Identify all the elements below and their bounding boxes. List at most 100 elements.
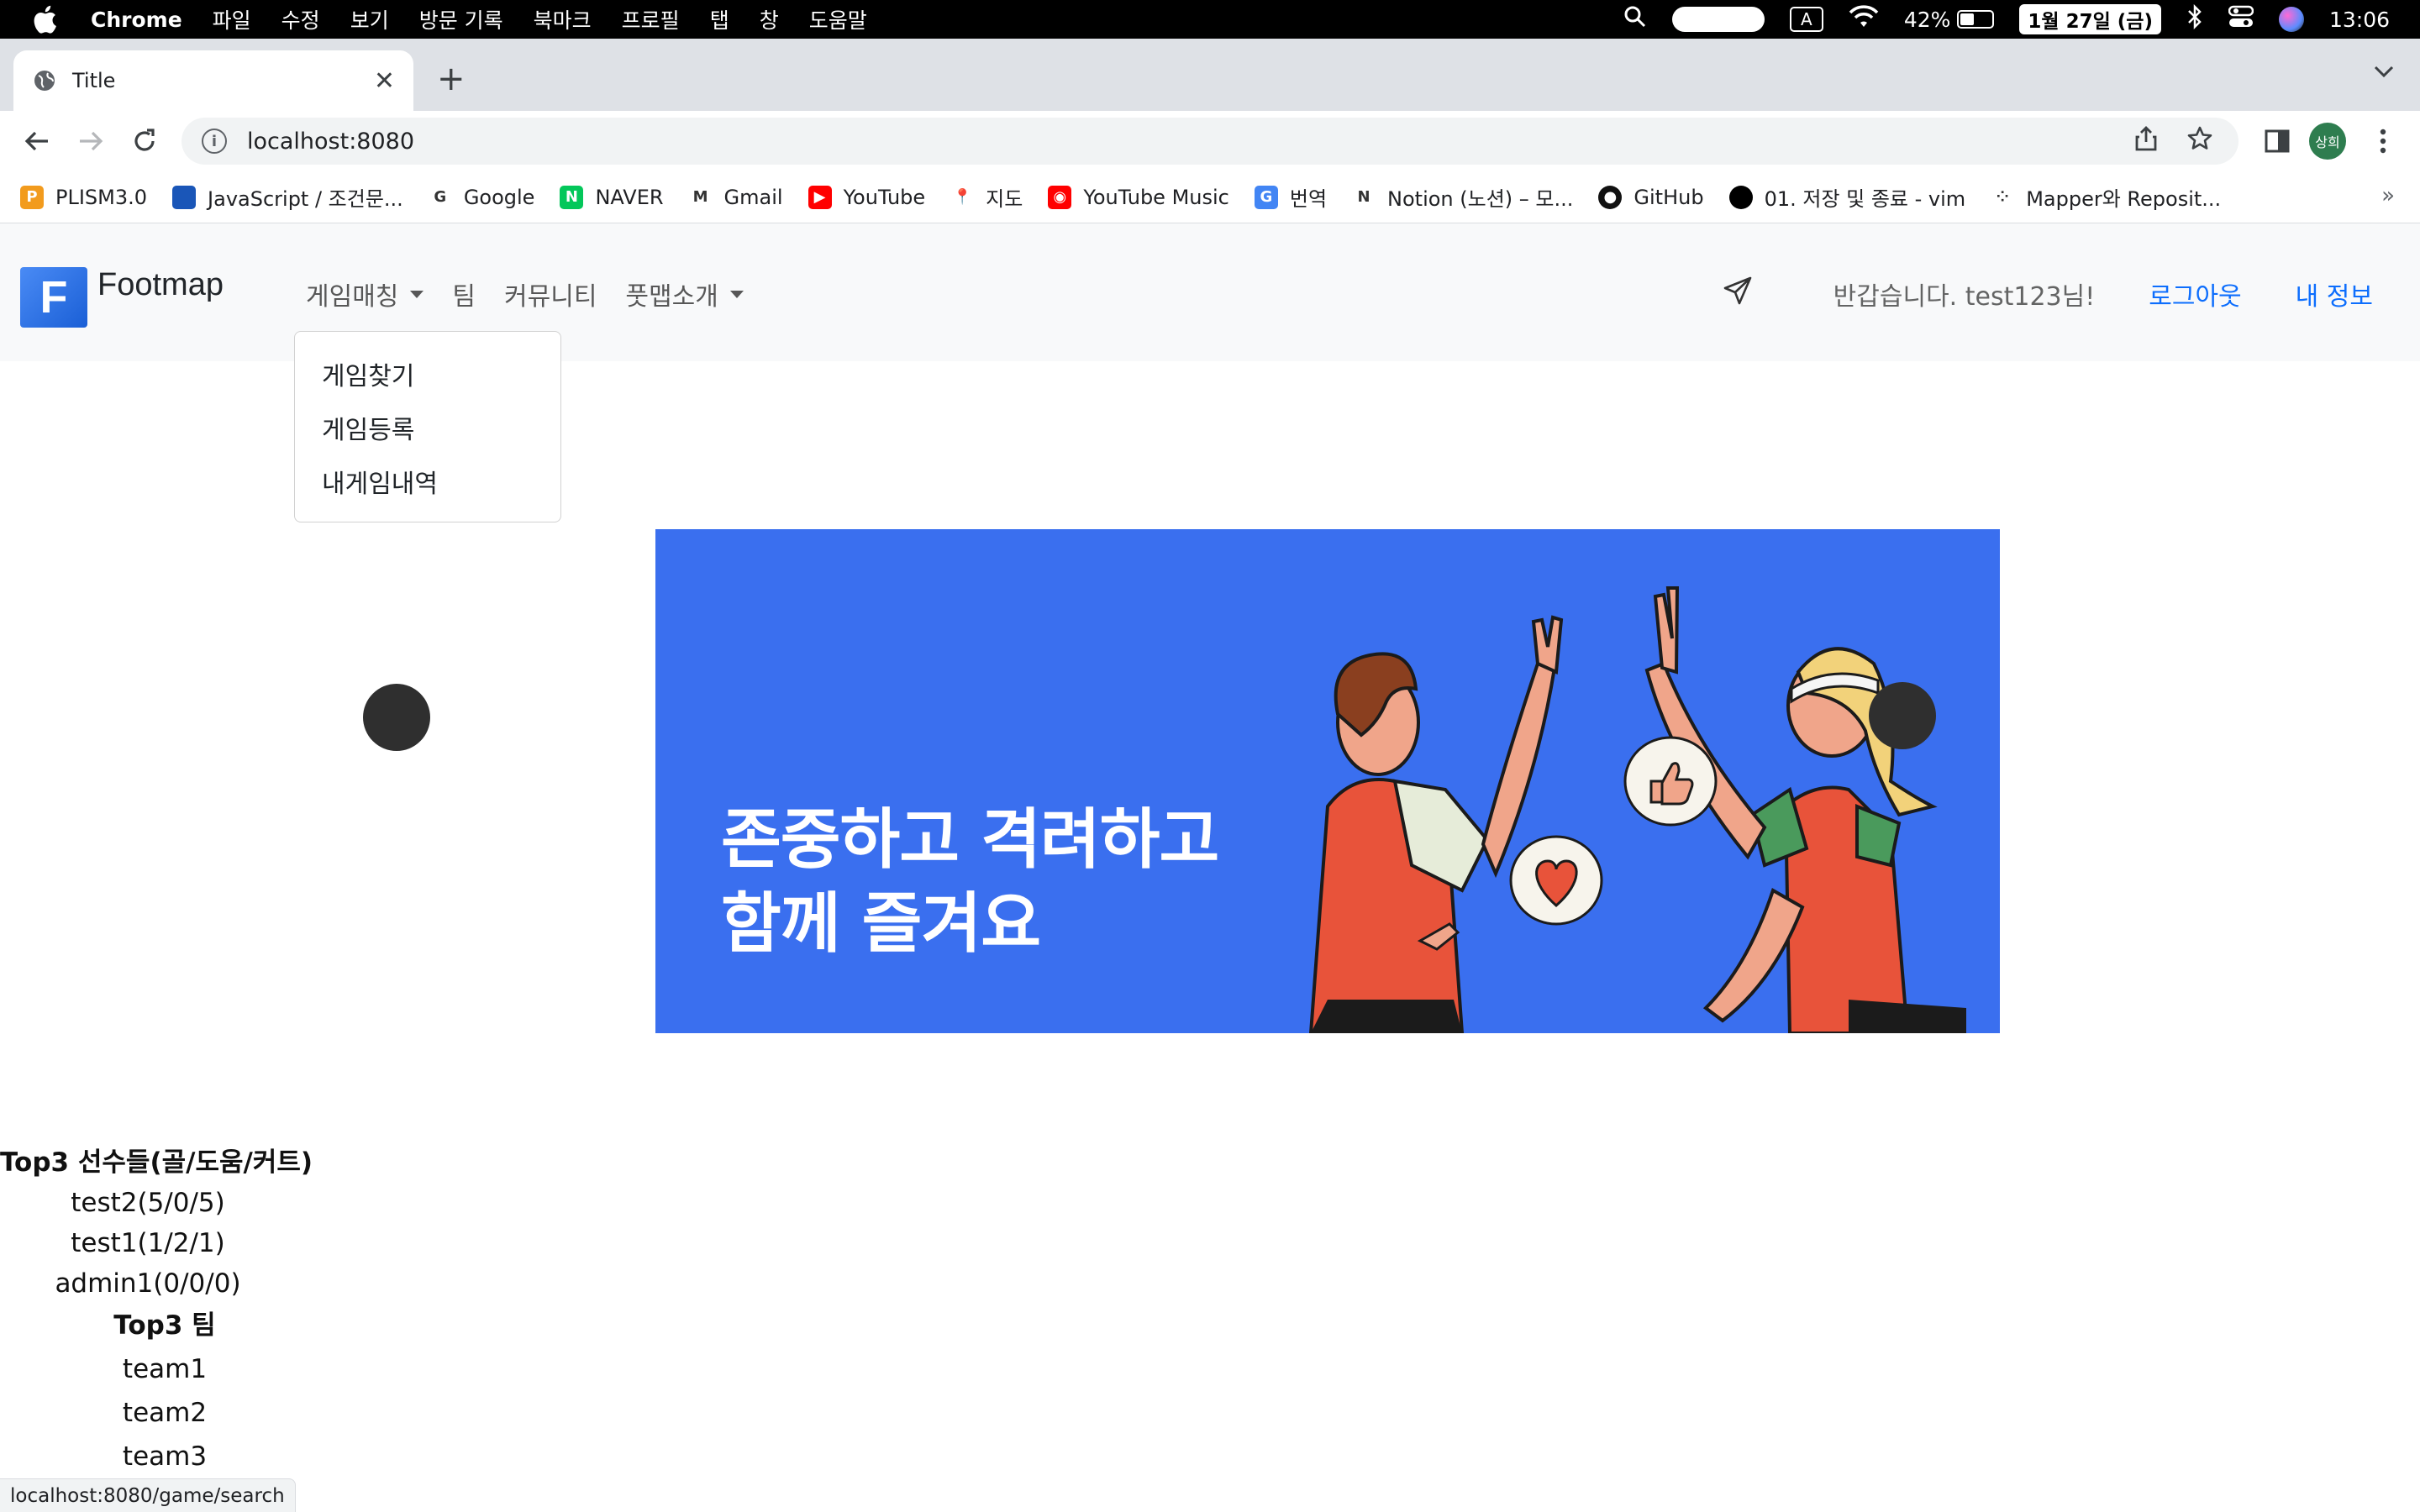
circle-icon [1728,185,1753,209]
menu-history[interactable]: 방문 기록 [419,4,503,34]
top-player-item: admin1(0/0/0) [55,1268,241,1299]
bookmark-star-icon[interactable] [2186,125,2213,158]
bookmark-item[interactable]: P PLISM3.0 [20,185,148,209]
apple-icon[interactable] [30,3,59,35]
cursor-highlight-dot [1869,682,1936,749]
nav-team[interactable]: 팀 [452,276,476,312]
bookmark-label: NAVER [595,185,664,209]
dots-icon: ⁘ [1991,185,2015,209]
bookmark-label: Mapper와 Reposit... [2026,187,2222,211]
top-teams-title: Top3 팀 [113,1310,216,1341]
notion-icon: N [1352,185,1376,209]
side-panel-icon[interactable] [2260,124,2294,158]
top-team-item: team3 [122,1441,208,1472]
bookmark-item[interactable]: 📍 지도 [950,182,1023,212]
menu-window[interactable]: 창 [760,4,779,34]
nav-about-label: 풋맵소개 [625,282,718,312]
dropdown-item-register-game[interactable]: 게임등록 [295,404,560,458]
main-nav: 게임매칭 팀 커뮤니티 풋맵소개 [306,276,772,312]
bookmark-item[interactable]: JavaScript / 조건문... [172,182,403,212]
browser-tab[interactable]: Title ✕ [13,50,413,111]
dropdown-item-find-game[interactable]: 게임찾기 [295,350,560,404]
send-message-icon[interactable] [1723,276,1753,312]
high-five-illustration [1308,586,1966,1033]
menubar-date[interactable]: 1월 27일 (금) [2019,4,2161,34]
nav-community[interactable]: 커뮤니티 [504,276,597,312]
profile-avatar[interactable]: 상희 [2309,123,2346,160]
battery-status[interactable]: 42% [1904,8,1995,32]
menu-bookmarks[interactable]: 북마크 [534,4,592,34]
bookmark-label: YouTube [843,185,926,209]
hero-banner: 존중하고 격려하고 함께 즐겨요 [655,529,2000,1033]
bookmarks-bar: P PLISM3.0 JavaScript / 조건문... G Google N NAVE… [0,171,2420,223]
menubar-clock[interactable]: 13:06 [2329,8,2390,32]
site-info-icon[interactable]: i [202,129,227,154]
menu-tab[interactable]: 탭 [710,4,729,34]
footmap-logo: F [20,267,87,328]
bookmark-item[interactable]: G Google [428,185,535,209]
address-bar-url[interactable]: localhost:8080 [247,129,414,155]
status-blob-icon[interactable] [1671,7,1765,32]
bookmark-item[interactable]: ⁘ Mapper와 Reposit... [1991,182,2221,212]
bookmark-item[interactable]: ▶ YouTube [808,185,926,209]
google-icon: G [428,185,452,209]
tab-search-chevron-icon[interactable] [2373,64,2395,82]
battery-icon [1957,10,1995,29]
globe-icon [32,68,57,93]
bookmark-label: 지도 [986,187,1023,211]
top-players-title: Top3 선수들(골/도움/커트) [0,1147,313,1178]
tab-title: Title [72,69,116,92]
siri-icon[interactable] [2278,7,2304,32]
github-icon: ● [1598,185,1623,209]
left-player-figure [1308,615,1564,1033]
dropdown-item-my-games[interactable]: 내게임내역 [295,458,560,512]
back-arrow-icon[interactable] [20,124,54,158]
address-bar[interactable]: i localhost:8080 [182,118,2238,165]
reload-icon[interactable] [128,124,161,158]
bookmark-item[interactable]: ● GitHub [1598,185,1704,209]
menu-file[interactable]: 파일 [213,4,251,34]
bookmark-label: PLISM3.0 [55,185,148,209]
browser-toolbar: i localhost:8080 상희 [0,111,2420,171]
spotlight-icon[interactable] [1623,5,1647,34]
bookmark-label: Google [463,185,535,209]
bookmark-item[interactable]: ◉ YouTube Music [1048,185,1229,209]
nav-about[interactable]: 풋맵소개 [625,276,744,312]
logout-link[interactable]: 로그아웃 [2149,276,2241,312]
maps-icon: 📍 [950,185,975,209]
youtube-music-icon: ◉ [1048,185,1072,209]
menu-help[interactable]: 도움말 [809,4,867,34]
new-tab-icon[interactable]: + [437,62,466,96]
nav-user-area: 반갑습니다. test123님! 로그아웃 내 정보 [1723,276,2373,312]
my-info-link[interactable]: 내 정보 [2296,276,2373,312]
bookmark-label: Gmail [723,185,783,209]
close-tab-icon[interactable]: ✕ [374,66,395,96]
battery-fill [1960,13,1974,25]
control-center-icon[interactable] [2228,5,2254,34]
brand-link[interactable]: F Footmap [20,267,224,328]
kebab-menu-icon[interactable] [2366,124,2400,158]
menu-app-name[interactable]: Chrome [91,8,182,32]
plism-icon: P [20,185,44,209]
bookmark-item[interactable]: M Gmail [688,185,783,209]
top-player-item: test1(1/2/1) [71,1228,225,1258]
bookmark-item[interactable]: G 번역 [1254,182,1327,212]
top-team-item: team2 [122,1398,208,1428]
translate-icon: G [1254,185,1278,209]
more-bookmarks-icon[interactable]: » [2381,183,2395,208]
bookmark-item[interactable]: N NAVER [560,185,664,209]
menu-edit[interactable]: 수정 [281,4,320,34]
bookmark-item[interactable]: N Notion (노션) – 모... [1352,182,1573,212]
bookmark-item[interactable]: 01. 저장 및 종료 - vim [1728,182,1965,212]
menu-view[interactable]: 보기 [350,4,389,34]
bookmark-label: Notion (노션) – 모... [1387,187,1574,211]
bluetooth-icon[interactable] [2186,3,2203,34]
share-icon[interactable] [2134,125,2158,158]
menu-profile[interactable]: 프로필 [622,4,680,34]
ranking-section: Top3 선수들(골/도움/커트) test2(5/0/5) test1(1/2… [0,1142,313,1478]
forward-arrow-icon[interactable] [74,124,108,158]
wifi-icon[interactable] [1849,5,1879,34]
input-source-indicator[interactable]: A [1789,7,1823,32]
nav-game-matching[interactable]: 게임매칭 [306,276,424,312]
game-matching-dropdown: 게임찾기 게임등록 내게임내역 [294,331,561,522]
